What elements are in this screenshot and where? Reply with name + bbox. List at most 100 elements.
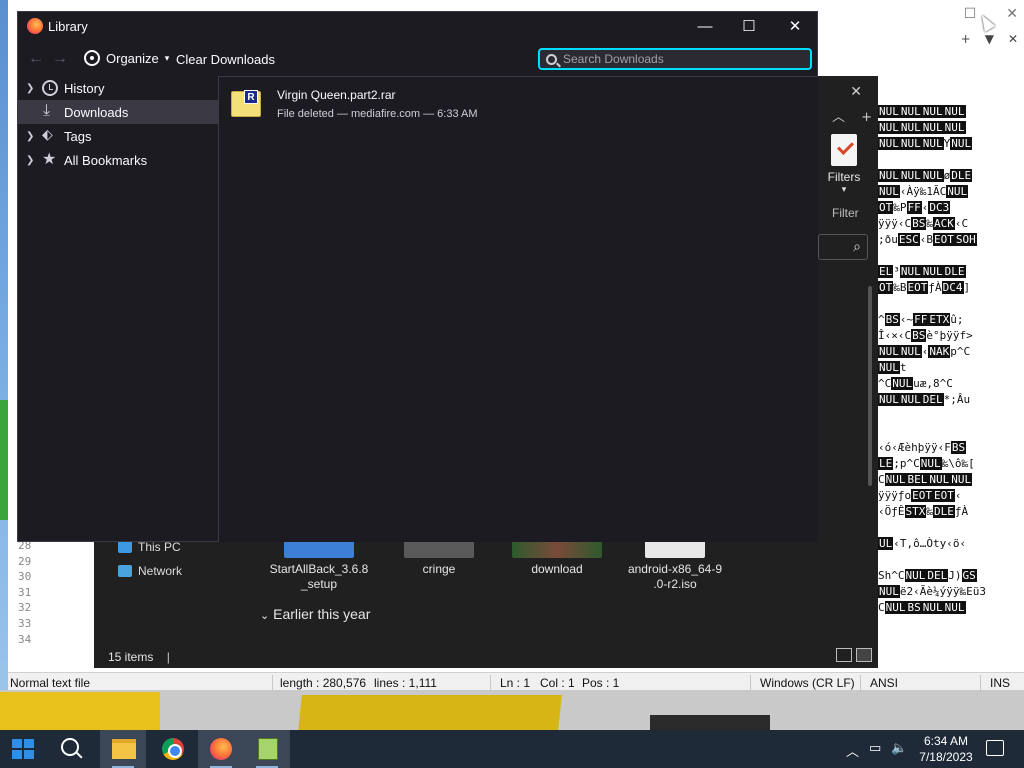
- clock-date: 7/18/2023: [919, 750, 973, 764]
- sidebar-item-history[interactable]: ❯ History: [18, 76, 218, 100]
- item-count-label: 15 items: [108, 650, 154, 664]
- status-divider: [272, 675, 273, 691]
- nav-item-label: This PC: [138, 540, 181, 554]
- filters-label: Filters: [827, 170, 861, 184]
- sidebar-item-downloads[interactable]: Downloads: [18, 100, 218, 124]
- status-filetype: Normal text file: [10, 676, 91, 690]
- taskbar-clock[interactable]: 6:34 AM 7/18/2023: [916, 733, 976, 765]
- taskbar-notepadpp[interactable]: [244, 730, 290, 768]
- line-number: 29: [18, 554, 32, 568]
- clear-downloads-button[interactable]: Clear Downloads: [176, 52, 275, 67]
- add-tab-icon[interactable]: +: [961, 32, 971, 46]
- filters-button[interactable]: Filters ▾: [818, 134, 870, 195]
- search-icon: [546, 53, 557, 65]
- sidebar-item-all-bookmarks[interactable]: ❯ All Bookmarks: [18, 148, 218, 172]
- line-number: 31: [18, 585, 32, 599]
- library-titlebar: Library — ☐ ✕: [18, 12, 817, 42]
- desktop-scene-block: [0, 692, 160, 730]
- start-button[interactable]: [12, 739, 34, 759]
- file-name: cringe: [422, 562, 456, 576]
- taskbar-chrome[interactable]: [150, 730, 196, 768]
- file-item[interactable]: android-x86_64-9 .0-r2.iso: [620, 536, 730, 592]
- status-pos: Pos : 1: [582, 676, 620, 690]
- status-encoding[interactable]: ANSI: [870, 676, 898, 690]
- back-arrow-icon[interactable]: ←: [28, 50, 44, 68]
- notification-icon[interactable]: [986, 740, 1004, 756]
- line-number: 32: [18, 601, 32, 615]
- clock-icon: [42, 80, 58, 96]
- notepadpp-statusbar: Normal text file length : 280,576 lines …: [8, 672, 1024, 692]
- add-icon[interactable]: +: [861, 110, 872, 125]
- taskbar-file-explorer[interactable]: [100, 730, 146, 768]
- download-status: File deleted — mediafire.com — 6:33 AM: [277, 108, 478, 120]
- file-item[interactable]: StartAllBack_3.6.8 _setup: [264, 536, 374, 592]
- search-icon: ⌕: [853, 239, 861, 255]
- tag-icon: [42, 126, 58, 144]
- file-item[interactable]: cringe: [384, 536, 494, 577]
- status-ln: Ln : 1: [500, 676, 531, 690]
- nav-item-network[interactable]: Network: [118, 564, 182, 578]
- group-header[interactable]: ⌄ Earlier this year: [260, 606, 370, 622]
- close-tab-icon[interactable]: ✕: [1008, 32, 1018, 46]
- status-eol[interactable]: Windows (CR LF): [760, 676, 855, 690]
- scrollbar[interactable]: [868, 286, 872, 486]
- search-icon[interactable]: [60, 737, 84, 761]
- close-icon[interactable]: ✕: [850, 84, 862, 100]
- view-toggle: [836, 648, 872, 662]
- search-downloads-input[interactable]: [563, 52, 793, 66]
- filter-group-label: Filter: [832, 206, 859, 220]
- status-length: length : 280,576: [280, 676, 367, 690]
- tab-list-icon[interactable]: ▼: [985, 32, 994, 46]
- sidebar-item-tags[interactable]: ❯ Tags: [18, 124, 218, 148]
- download-file-name: Virgin Queen.part2.rar: [277, 88, 396, 102]
- taskbar: ︿ ▭ 🔈 6:34 AM 7/18/2023: [0, 730, 1024, 768]
- explorer-search-input[interactable]: ⌕: [818, 234, 868, 260]
- nav-item-label: Network: [138, 564, 183, 578]
- status-divider: [860, 675, 861, 691]
- item-count: 15 items |: [108, 650, 170, 664]
- sidebar-item-label: Downloads: [64, 104, 129, 120]
- sidebar-item-label: History: [64, 80, 105, 96]
- maximize-icon[interactable]: ☐: [964, 6, 977, 22]
- nav-item-this-pc[interactable]: This PC: [118, 540, 181, 554]
- editor-binary-text[interactable]: NUL NUL NUL NUL NUL NUL NUL NUL NUL NUL NULYNUL …: [878, 104, 1024, 644]
- library-sidebar: ❯ History Downloads ❯ Tags ❯ All Bookmar…: [18, 76, 218, 542]
- forward-arrow-icon[interactable]: →: [52, 50, 68, 68]
- organize-label: Organize: [106, 50, 159, 66]
- maximize-button[interactable]: ☐: [726, 16, 772, 38]
- status-col: Col : 1: [540, 676, 575, 690]
- chevron-down-icon: ⌄: [260, 610, 270, 622]
- firefox-icon: [27, 18, 43, 34]
- collapse-ribbon-icon[interactable]: ︿: [832, 110, 845, 125]
- chevron-down-icon: ▾: [841, 184, 847, 194]
- download-item[interactable]: R Virgin Queen.part2.rar File deleted — …: [231, 85, 811, 129]
- file-name: android-x86_64-9 .0-r2.iso: [627, 562, 723, 591]
- filter-check-icon: [831, 134, 857, 166]
- file-name: StartAllBack_3.6.8 _setup: [269, 562, 369, 591]
- status-divider: [490, 675, 491, 691]
- tiles-view-icon[interactable]: [856, 648, 872, 662]
- desktop-scene-block: [650, 715, 770, 730]
- line-number: 33: [18, 616, 32, 630]
- close-icon[interactable]: ✕: [1006, 6, 1018, 22]
- organize-button[interactable]: Organize ▾: [84, 50, 169, 66]
- window-title: Library: [48, 19, 88, 34]
- downloads-list: R Virgin Queen.part2.rar File deleted — …: [218, 76, 818, 542]
- taskbar-firefox[interactable]: [198, 730, 244, 768]
- line-numbers: 28 29 30 31 32 33 34: [18, 538, 48, 647]
- chevron-right-icon[interactable]: ❯: [26, 131, 38, 142]
- chevron-right-icon[interactable]: ❯: [26, 155, 38, 166]
- minimize-button[interactable]: —: [682, 16, 728, 38]
- network-icon[interactable]: ▭: [869, 741, 881, 760]
- search-downloads-field[interactable]: [538, 48, 812, 70]
- status-divider: [750, 675, 751, 691]
- chevron-up-icon[interactable]: ︿: [846, 741, 859, 760]
- file-item[interactable]: download: [502, 536, 612, 577]
- chevron-right-icon[interactable]: ❯: [26, 83, 38, 94]
- details-view-icon[interactable]: [836, 648, 852, 662]
- close-button[interactable]: ✕: [772, 16, 818, 38]
- status-insert-mode[interactable]: INS: [990, 676, 1010, 690]
- computer-icon: [118, 541, 132, 553]
- volume-icon[interactable]: 🔈: [891, 741, 907, 760]
- desktop-scene-block: [298, 695, 562, 730]
